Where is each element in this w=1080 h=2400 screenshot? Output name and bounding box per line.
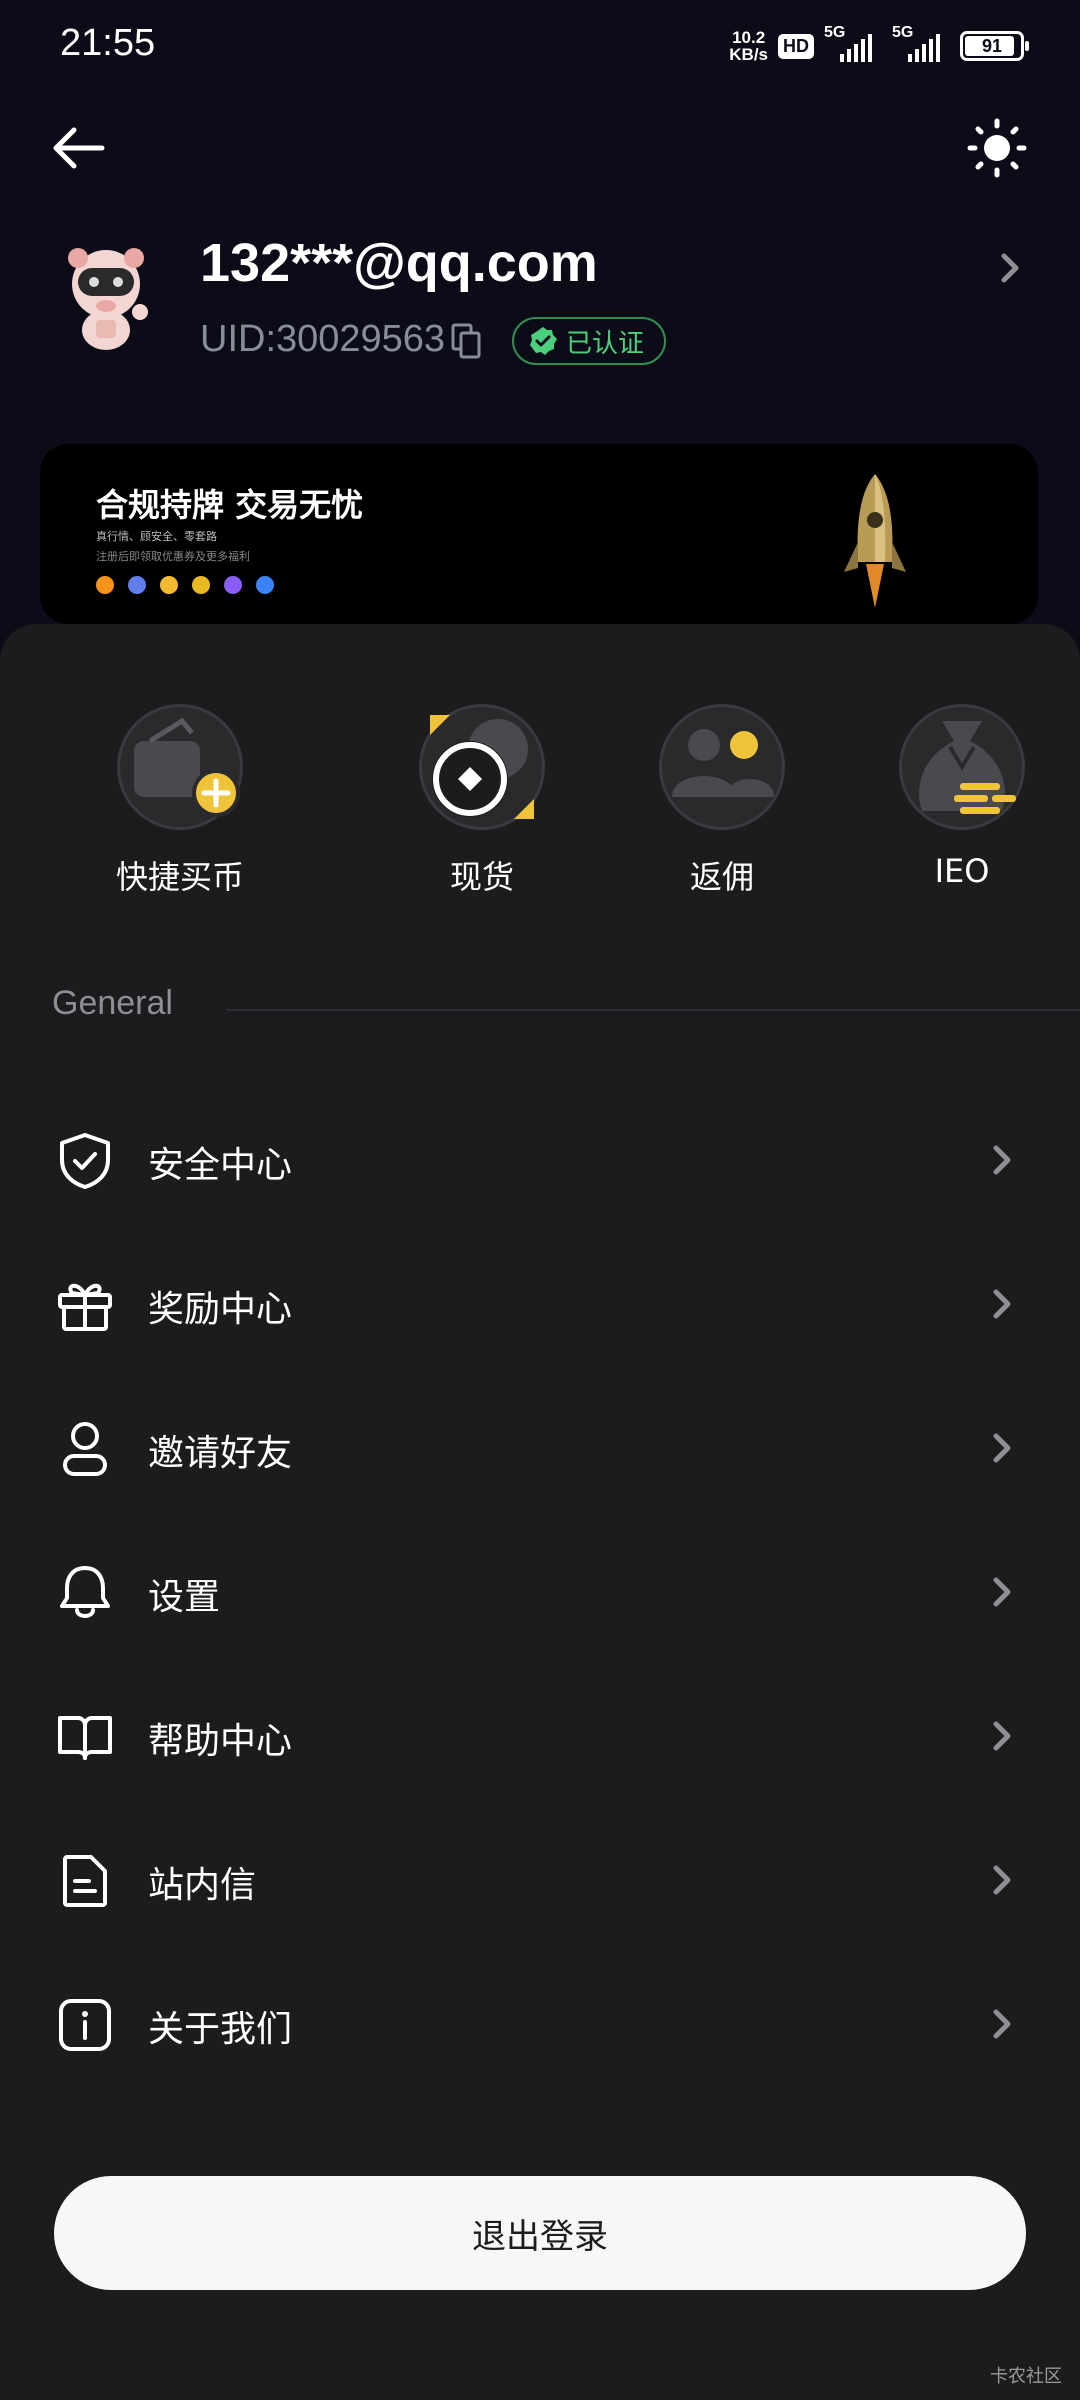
avatar[interactable] [58, 242, 154, 354]
network-speed: 10.2 KB/s [729, 29, 768, 63]
quick-action-label: 现货 [449, 858, 514, 896]
banner-subtitle: 真行情、顾安全、零套路 [96, 530, 217, 543]
status-bar: 21:55 10.2 KB/s HD 5G 5G 91 [0, 0, 1080, 90]
battery-icon: 91 [960, 31, 1029, 61]
banner-title: 合规持牌 交易无忧 [96, 486, 364, 524]
hd-badge: HD [778, 33, 814, 59]
quick-action-label: 快捷买币 [115, 858, 244, 896]
watermark: 卡农社区 [990, 2366, 1062, 2387]
chevron-right-icon [993, 1577, 1011, 1607]
section-title: General [52, 984, 173, 1022]
rebate-users-icon [659, 704, 785, 830]
coin-icon [128, 576, 146, 594]
banner-coin-icons [96, 576, 274, 594]
spot-coin-icon [419, 704, 545, 830]
coin-icon [256, 576, 274, 594]
chevron-right-icon [993, 2009, 1011, 2039]
promo-banner[interactable]: 合规持牌 交易无忧 真行情、顾安全、零套路 注册后即领取优惠券及更多福利 [40, 444, 1038, 624]
banner-subtitle: 注册后即领取优惠券及更多福利 [96, 550, 250, 563]
rocket-icon [844, 474, 906, 608]
chevron-right-icon [993, 1289, 1011, 1319]
network-speed-value: 10.2 [732, 28, 766, 47]
menu-item-security-center[interactable]: 安全中心 [0, 1098, 1080, 1218]
logout-button[interactable]: 退出登录 [54, 2176, 1026, 2290]
document-icon [54, 1850, 116, 1912]
chevron-right-icon [993, 1721, 1011, 1751]
menu-item-label: 关于我们 [148, 2009, 293, 2050]
header-area: 21:55 10.2 KB/s HD 5G 5G 91 132***@qq.co… [0, 0, 1080, 660]
wallet-add-icon [117, 704, 243, 830]
chevron-right-icon [993, 1433, 1011, 1463]
profile-chevron-icon[interactable] [996, 250, 1026, 286]
quick-action-rebate[interactable]: 返佣 [622, 704, 822, 898]
quick-action-label: 返佣 [689, 858, 754, 896]
status-time: 21:55 [60, 22, 156, 64]
menu-item-label: 设置 [148, 1577, 221, 1618]
theme-toggle-button[interactable] [965, 116, 1029, 180]
menu-item-label: 安全中心 [148, 1145, 293, 1186]
user-icon [54, 1418, 116, 1480]
menu-item-rewards-center[interactable]: 奖励中心 [0, 1242, 1080, 1362]
menu-item-label: 帮助中心 [148, 1721, 293, 1762]
sun-icon [967, 118, 1027, 178]
status-indicators: 10.2 KB/s HD 5G 5G 91 [729, 24, 1029, 66]
bell-icon [54, 1562, 116, 1624]
menu-item-settings[interactable]: 设置 [0, 1530, 1080, 1650]
copy-uid-button[interactable] [450, 322, 482, 360]
verified-check-icon [530, 327, 557, 355]
profile-uid: UID:30029563 [200, 318, 446, 360]
menu-item-help-center[interactable]: 帮助中心 [0, 1674, 1080, 1794]
menu-item-label: 站内信 [148, 1865, 257, 1906]
chevron-right-icon [993, 1865, 1011, 1895]
verified-badge: 已认证 [512, 317, 667, 365]
arrow-left-icon [53, 127, 105, 169]
signal-label: 5G [824, 24, 846, 41]
money-bag-icon [899, 704, 1025, 830]
gift-icon [54, 1274, 116, 1336]
quick-action-label: IEO [934, 852, 990, 890]
coin-icon [96, 576, 114, 594]
menu-item-about-us[interactable]: 关于我们 [0, 1962, 1080, 2082]
profile-email[interactable]: 132***@qq.com [200, 232, 598, 294]
coin-icon [224, 576, 242, 594]
section-divider [226, 1009, 1080, 1011]
copy-icon [451, 323, 481, 359]
signal-icon: 5G [824, 24, 882, 62]
quick-action-spot[interactable]: 现货 [382, 704, 582, 898]
verified-label: 已认证 [566, 328, 645, 359]
menu-item-invite-friends[interactable]: 邀请好友 [0, 1386, 1080, 1506]
coin-icon [192, 576, 210, 594]
book-icon [54, 1706, 116, 1768]
main-sheet: 快捷买币 现货 返佣 IEO General 安全中心 奖励中心 邀请好友 设置… [0, 624, 1080, 2400]
coin-icon [160, 576, 178, 594]
back-button[interactable] [48, 118, 108, 178]
battery-level: 91 [981, 35, 1003, 56]
signal-label: 5G [892, 24, 914, 41]
signal-icon: 5G [892, 24, 950, 62]
chevron-right-icon [993, 1145, 1011, 1175]
shield-check-icon [54, 1130, 116, 1192]
quick-action-buy[interactable]: 快捷买币 [80, 704, 280, 898]
quick-action-ieo[interactable]: IEO [862, 704, 1062, 890]
menu-item-label: 奖励中心 [148, 1289, 293, 1330]
menu-item-inbox[interactable]: 站内信 [0, 1818, 1080, 1938]
info-icon [54, 1994, 116, 2056]
menu-item-label: 邀请好友 [148, 1433, 293, 1474]
network-speed-unit: KB/s [729, 45, 768, 64]
